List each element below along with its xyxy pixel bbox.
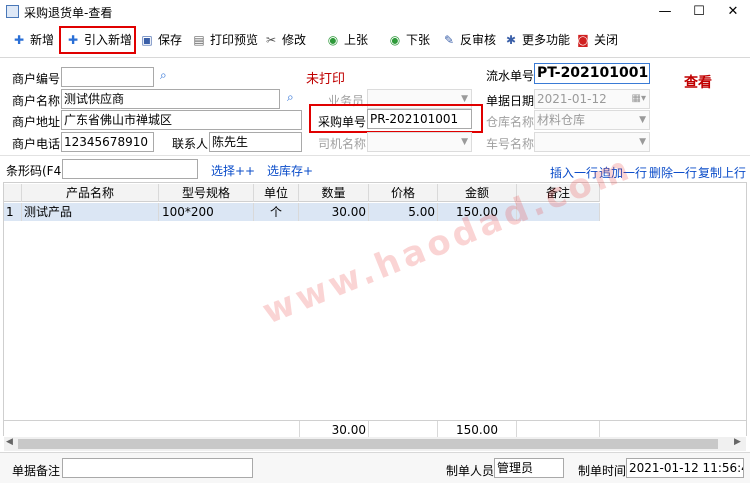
close-button[interactable]: ◙ 关闭 [576,30,618,50]
contact-label: 联系人 [172,137,209,151]
serial-no-field[interactable]: PT-202101001 [534,63,650,84]
delete-row-link[interactable]: 删除一行 [649,164,697,181]
scissors-icon: ✂ [265,33,277,47]
maker-label: 制单人员 [446,464,495,478]
copy-row-link[interactable]: 复制上行 [698,164,746,181]
arrow-left-circle-icon: ◉ [327,33,339,47]
quantity-cell[interactable]: 30.00 [299,203,369,221]
date-picker[interactable]: 2021-01-12 ▦▾ [534,89,650,109]
merchant-name-field[interactable]: 测试供应商 [61,89,280,109]
purchase-no-label: 采购单号 [318,115,367,129]
merchant-phone-label: 商户电话 [12,137,61,151]
chevron-down-icon: ▼ [639,115,646,125]
serial-no-label: 流水单号 [486,69,535,83]
horizontal-scrollbar[interactable]: ◀ ▶ [4,437,746,451]
close-window-button[interactable]: ✕ [720,2,746,22]
floppy-disk-icon: ▣ [141,33,153,47]
unit-cell[interactable]: 个 [254,203,299,221]
merchant-code-label: 商户编号 [12,72,61,86]
scroll-left-icon[interactable]: ◀ [6,437,13,447]
date-label: 单据日期 [486,94,535,108]
barcode-divider [0,155,750,156]
minimize-button[interactable]: — [652,2,678,22]
next-button[interactable]: ◉ 下张 [388,30,430,50]
time-field: 2021-01-12 11:56:41 [626,458,744,478]
header-rownum [4,184,22,202]
more-functions-button[interactable]: ✱ 更多功能 [504,30,570,50]
title-bar: 采购退货单-查看 — ☐ ✕ [0,0,750,24]
print-status: 未打印 [306,72,346,87]
header-spec[interactable]: 型号规格 [159,184,254,202]
barcode-input[interactable] [62,159,198,179]
remark-field[interactable] [62,458,253,478]
arrow-right-circle-icon: ◉ [389,33,401,47]
contact-field[interactable]: 陈先生 [209,132,302,152]
chevron-down-icon: ▼ [461,137,468,147]
exit-icon: ◙ [577,33,589,47]
driver-select[interactable]: ▼ [367,132,472,152]
warehouse-select[interactable]: 材料仓库 ▼ [534,110,650,130]
add-button[interactable]: ✚ 新增 [12,30,54,50]
search-icon[interactable]: ⌕ [160,68,167,83]
header-price[interactable]: 价格 [369,184,438,202]
row-number: 1 [4,203,22,221]
product-name-cell[interactable]: 测试产品 [22,203,159,221]
document-edit-icon: ✎ [443,33,455,47]
driver-label: 司机名称 [318,137,367,151]
search-icon[interactable]: ⌕ [287,90,294,105]
import-add-button[interactable]: ✚ 引入新增 [66,30,132,50]
totals-row: 30.00 150.00 [4,420,746,439]
barcode-label: 条形码(F4) [6,164,66,178]
plate-label: 车号名称 [486,137,535,151]
maximize-button[interactable]: ☐ [686,2,712,22]
edit-button[interactable]: ✂ 修改 [264,30,306,50]
warehouse-label: 仓库名称 [486,115,535,129]
choose-stock-link[interactable]: 选库存+ [267,162,313,179]
header-product-name[interactable]: 产品名称 [22,184,159,202]
header-quantity[interactable]: 数量 [299,184,369,202]
price-cell[interactable]: 5.00 [369,203,438,221]
scroll-thumb[interactable] [18,439,718,449]
save-button[interactable]: ▣ 保存 [140,30,182,50]
merchant-address-field[interactable]: 广东省佛山市禅城区 [61,110,302,130]
merchant-phone-field[interactable]: 12345678910 [61,132,154,152]
remark-label: 单据备注 [12,464,61,478]
merchant-name-label: 商户名称 [12,94,61,108]
maker-field: 管理员 [494,458,564,478]
prev-button[interactable]: ◉ 上张 [326,30,368,50]
gear-icon: ✱ [505,33,517,47]
view-mode-label: 查看 [684,75,712,91]
unapprove-button[interactable]: ✎ 反审核 [442,30,496,50]
printer-icon: ▤ [193,33,205,47]
chevron-down-icon: ▼ [639,137,646,147]
header-unit[interactable]: 单位 [254,184,299,202]
print-preview-button[interactable]: ▤ 打印预览 [192,30,258,50]
choose-link[interactable]: 选择++ [211,162,255,179]
scroll-right-icon[interactable]: ▶ [734,437,741,447]
app-icon [6,5,19,18]
plus-icon: ✚ [67,33,79,47]
window-title: 采购退货单-查看 [24,6,113,20]
purchase-no-field[interactable]: PR-202101001 [367,109,472,129]
merchant-address-label: 商户地址 [12,115,61,129]
plus-icon: ✚ [13,33,25,47]
plate-select[interactable]: ▼ [534,132,650,152]
time-label: 制单时间 [578,464,627,478]
calendar-icon: ▦▾ [631,93,646,104]
merchant-code-field[interactable] [61,67,154,87]
spec-cell[interactable]: 100*200 [159,203,254,221]
